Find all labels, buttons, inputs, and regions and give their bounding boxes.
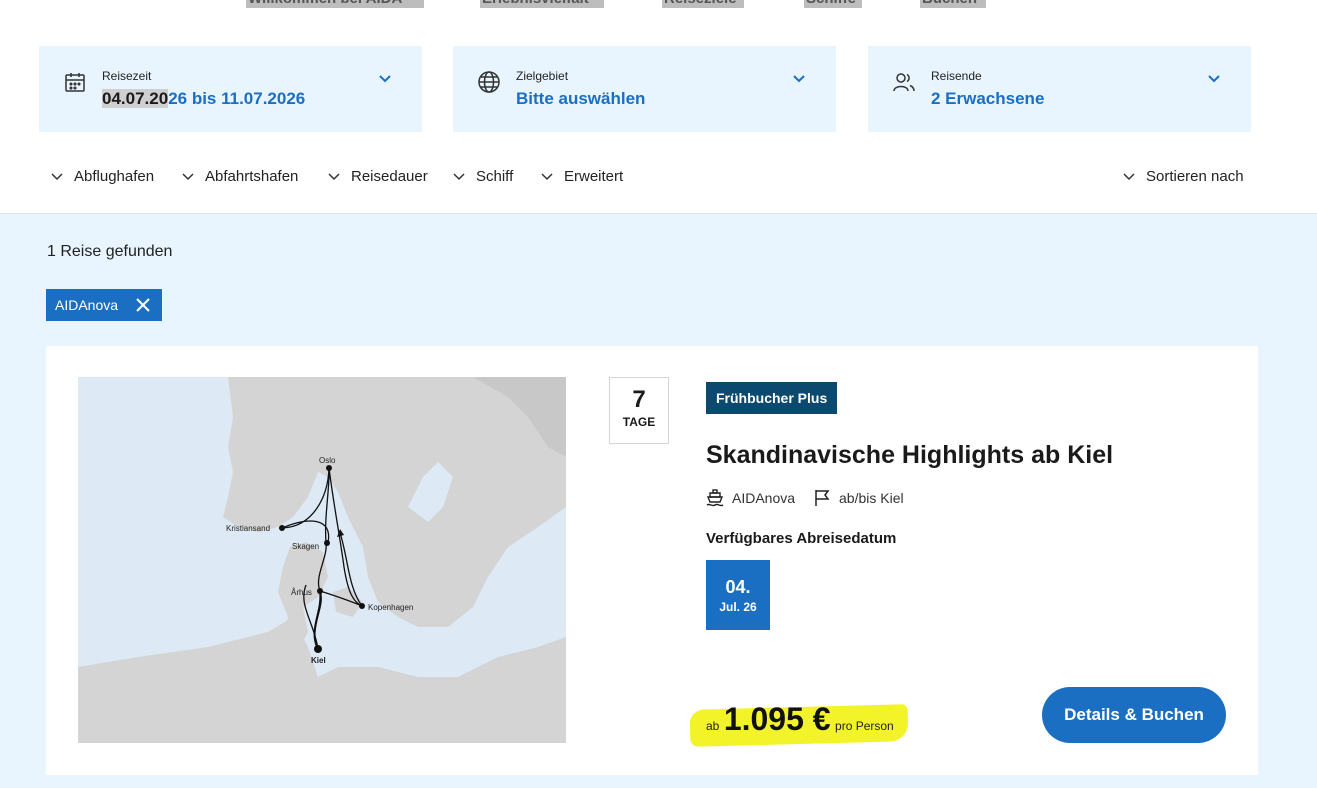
- top-navigation: Willkommen bei AIDA Erlebnisvielfalt Rei…: [0, 0, 1317, 10]
- ship-icon: [706, 489, 724, 507]
- calendar-icon: [65, 73, 85, 92]
- departure-date-button[interactable]: 04. Jul. 26: [706, 560, 770, 630]
- map-label-kiel: Kiel: [311, 656, 326, 665]
- departure-month: Jul. 26: [719, 600, 757, 614]
- reisende-value: 2 Erwachsene: [931, 89, 1044, 109]
- price-prefix: ab: [706, 719, 720, 733]
- filter-abflughafen[interactable]: Abflughafen: [51, 168, 155, 185]
- duration-box: 7 TAGE: [609, 377, 669, 444]
- reisezeit-label: Reisezeit: [102, 69, 152, 83]
- filter-label: Reisedauer: [351, 168, 428, 185]
- chevron-down-icon: [453, 173, 465, 181]
- results-section: 1 Reise gefunden AIDAnova Oslo Kristians…: [0, 214, 1317, 788]
- map-label-kristiansand: Kristiansand: [226, 524, 270, 533]
- ship-info: AIDAnova: [706, 489, 795, 507]
- filter-label: Erweitert: [564, 168, 624, 185]
- chevron-down-icon: [51, 173, 63, 181]
- filter-label: Abflughafen: [74, 168, 155, 185]
- people-icon: [893, 73, 915, 92]
- reisende-value-text: 2 Erwachsene: [931, 89, 1045, 108]
- chevron-down-icon: [793, 75, 805, 83]
- active-filter-chip[interactable]: AIDAnova: [46, 289, 162, 321]
- filter-label: Schiff: [476, 168, 514, 185]
- reisende-label: Reisende: [931, 69, 982, 83]
- port-info: ab/bis Kiel: [814, 489, 904, 507]
- filter-reisedauer[interactable]: Reisedauer: [328, 168, 428, 185]
- route-map-graphic: Oslo Kristiansand Skagen Århus Kopenhage…: [78, 377, 566, 743]
- flag-icon: [815, 490, 830, 506]
- map-label-arhus: Århus: [291, 588, 312, 597]
- sort-dropdown[interactable]: Sortieren nach: [1123, 168, 1244, 185]
- map-label-oslo: Oslo: [319, 456, 336, 465]
- price-amount: 1.095 €: [723, 701, 831, 737]
- duration-days: 7: [632, 386, 646, 413]
- active-filter-label: AIDAnova: [55, 297, 119, 313]
- route-map: Oslo Kristiansand Skagen Århus Kopenhage…: [78, 377, 566, 743]
- reisezeit-value-highlighted: 04.07.20: [102, 89, 169, 108]
- map-label-skagen: Skagen: [292, 542, 319, 551]
- map-label-kopenhagen: Kopenhagen: [368, 603, 413, 612]
- filter-erweitert[interactable]: Erweitert: [541, 168, 624, 185]
- price-display: ab 1.095 € pro Person: [706, 701, 894, 738]
- promo-badge: Frühbucher Plus: [706, 382, 838, 414]
- reisezeit-value: 04.07.2026 bis 11.07.2026: [102, 89, 305, 109]
- zielgebiet-label: Zielgebiet: [516, 69, 569, 83]
- port-name: ab/bis Kiel: [839, 490, 904, 506]
- reisezeit-selector[interactable]: Reisezeit 04.07.2026 bis 11.07.2026: [39, 46, 422, 132]
- available-dates-label: Verfügbares Abreisedatum: [706, 530, 897, 547]
- chevron-down-icon: [1208, 75, 1220, 83]
- results-count: 1 Reise gefunden: [47, 243, 173, 260]
- nav-item-buchen[interactable]: Buchen: [920, 0, 986, 8]
- zielgebiet-selector[interactable]: Zielgebiet Bitte auswählen: [453, 46, 836, 132]
- filter-abfahrtshafen[interactable]: Abfahrtshafen: [182, 168, 299, 185]
- price-suffix: pro Person: [835, 719, 894, 733]
- cruise-card: Oslo Kristiansand Skagen Århus Kopenhage…: [46, 346, 1258, 775]
- nav-item-reiseziele[interactable]: Reiseziele: [662, 0, 744, 8]
- departure-day: 04.: [725, 577, 751, 597]
- chevron-down-icon: [1123, 173, 1135, 181]
- ship-name: AIDAnova: [732, 490, 796, 506]
- chevron-down-icon: [541, 173, 553, 181]
- filter-label: Abfahrtshafen: [205, 168, 299, 185]
- globe-icon: [478, 71, 500, 93]
- chevron-down-icon: [328, 173, 340, 181]
- reisezeit-value-rest: 26 bis 11.07.2026: [168, 89, 306, 108]
- zielgebiet-value: Bitte auswählen: [516, 89, 646, 108]
- chevron-down-icon: [182, 173, 194, 181]
- details-book-button[interactable]: Details & Buchen: [1042, 687, 1226, 743]
- filter-schiff[interactable]: Schiff: [453, 168, 514, 185]
- close-icon[interactable]: [136, 298, 150, 312]
- nav-item-willkommen[interactable]: Willkommen bei AIDA: [246, 0, 424, 8]
- duration-unit: TAGE: [622, 415, 656, 429]
- nav-item-schiffe[interactable]: Schiffe: [804, 0, 862, 8]
- reisende-selector[interactable]: Reisende 2 Erwachsene: [868, 46, 1251, 132]
- sort-label: Sortieren nach: [1146, 168, 1244, 185]
- nav-item-erlebnisvielfalt[interactable]: Erlebnisvielfalt: [480, 0, 604, 8]
- cruise-title[interactable]: Skandinavische Highlights ab Kiel: [706, 441, 1113, 470]
- chevron-down-icon: [379, 75, 391, 83]
